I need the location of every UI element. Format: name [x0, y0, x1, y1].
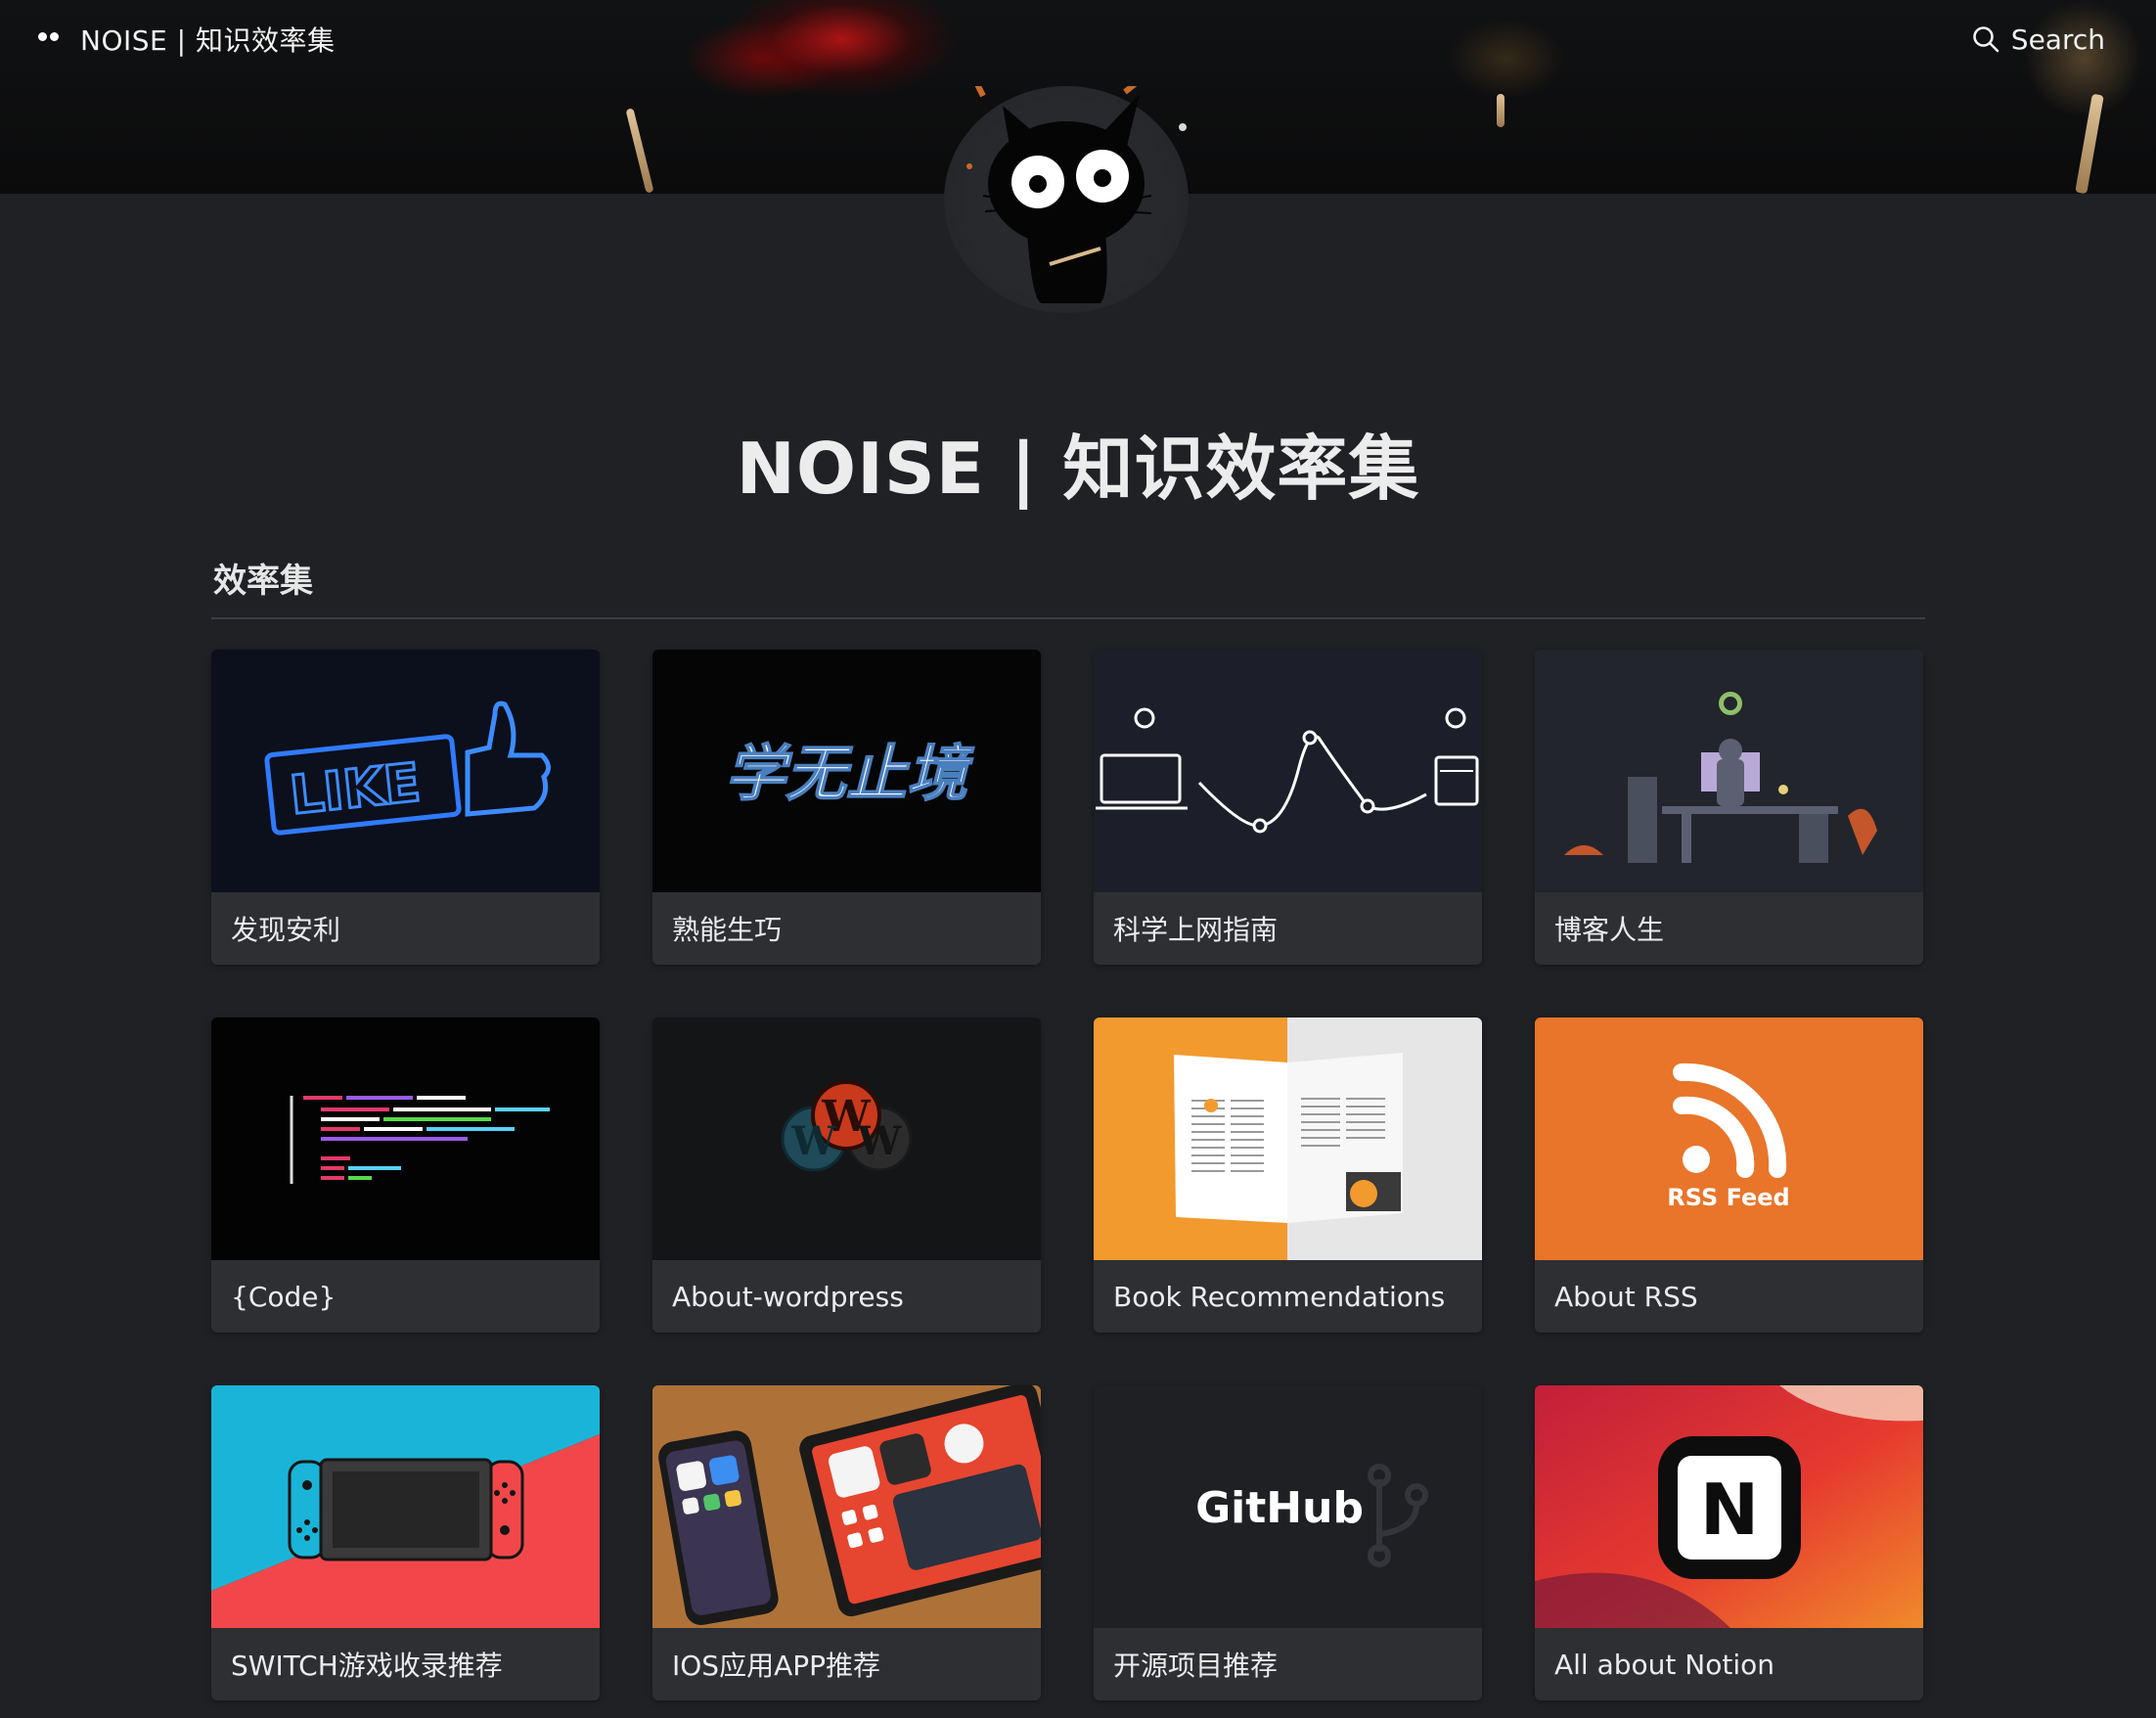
- notion-logo-icon: N: [1535, 1385, 1923, 1628]
- svg-text:W: W: [791, 1118, 837, 1164]
- search-icon: [1972, 26, 1999, 53]
- gallery-grid: LIKE 发现安利 学无止境 熟能生巧 科学上网指南 博客人生 {Code} W…: [211, 650, 1925, 1700]
- ios-devices-image: [652, 1385, 1041, 1628]
- gallery-card[interactable]: LIKE 发现安利: [211, 650, 600, 965]
- card-cover: LIKE: [211, 650, 600, 892]
- section-divider: [211, 617, 1925, 619]
- site-brand[interactable]: NOISE | 知识效率集: [35, 20, 335, 59]
- card-title[interactable]: SWITCH游戏收录推荐: [211, 1628, 600, 1700]
- network-wave-icon: [1094, 650, 1482, 892]
- card-title[interactable]: About RSS: [1535, 1260, 1923, 1333]
- gallery-card[interactable]: 科学上网指南: [1094, 650, 1482, 965]
- github-text: GitHub: [1195, 1483, 1364, 1533]
- card-cover: GitHub: [1094, 1385, 1482, 1628]
- card-title[interactable]: {Code}: [211, 1260, 600, 1333]
- gallery-card[interactable]: Book Recommendations: [1094, 1017, 1482, 1333]
- calligraphy-text: 学无止境: [725, 738, 974, 809]
- wordpress-icon: W W W: [652, 1017, 1041, 1260]
- open-book-image: [1094, 1017, 1482, 1260]
- calligraphy-image: 学无止境: [652, 650, 1041, 892]
- page: NOISE | 知识效率集 Search NOISE | 知识效率集 效率集 L…: [0, 0, 2156, 1718]
- card-title[interactable]: 熟能生巧: [652, 892, 1041, 965]
- card-cover: [1535, 650, 1923, 892]
- card-cover: [211, 1017, 600, 1260]
- card-title[interactable]: About-wordpress: [652, 1260, 1041, 1333]
- card-cover: [652, 1385, 1041, 1628]
- card-title[interactable]: All about Notion: [1535, 1628, 1923, 1700]
- card-title[interactable]: IOS应用APP推荐: [652, 1628, 1041, 1700]
- card-title[interactable]: 科学上网指南: [1094, 892, 1482, 965]
- rss-icon: RSS Feed: [1535, 1017, 1923, 1260]
- rss-feed-text: RSS Feed: [1667, 1184, 1789, 1211]
- page-avatar: [944, 86, 1189, 313]
- card-cover: [1094, 650, 1482, 892]
- search-button[interactable]: Search: [1972, 23, 2105, 56]
- code-lines-icon: [211, 1017, 600, 1260]
- gallery-card[interactable]: 学无止境 熟能生巧: [652, 650, 1041, 965]
- gallery-card[interactable]: 博客人生: [1535, 650, 1923, 965]
- desk-workspace-image: [1535, 650, 1923, 892]
- card-title[interactable]: 发现安利: [211, 892, 600, 965]
- top-bar: NOISE | 知识效率集 Search: [0, 0, 2156, 78]
- notion-n-text: N: [1700, 1469, 1759, 1551]
- gallery-card[interactable]: N All about Notion: [1535, 1385, 1923, 1700]
- site-title[interactable]: NOISE | 知识效率集: [80, 20, 335, 59]
- cat-logo-icon: [35, 25, 63, 53]
- neon-like-icon: LIKE: [211, 650, 600, 892]
- card-cover: RSS Feed: [1535, 1017, 1923, 1260]
- gallery-card[interactable]: RSS Feed About RSS: [1535, 1017, 1923, 1333]
- gallery-card[interactable]: SWITCH游戏收录推荐: [211, 1385, 600, 1700]
- gallery-card[interactable]: W W W About-wordpress: [652, 1017, 1041, 1333]
- gallery-card[interactable]: GitHub 开源项目推荐: [1094, 1385, 1482, 1700]
- section-title: 效率集: [213, 562, 313, 601]
- gallery-card[interactable]: IOS应用APP推荐: [652, 1385, 1041, 1700]
- gallery-card[interactable]: {Code}: [211, 1017, 600, 1333]
- card-cover: N: [1535, 1385, 1923, 1628]
- card-title[interactable]: 博客人生: [1535, 892, 1923, 965]
- card-cover: [211, 1385, 600, 1628]
- search-label: Search: [2010, 23, 2105, 56]
- github-branch-icon: GitHub: [1094, 1385, 1482, 1628]
- card-cover: [1094, 1017, 1482, 1260]
- card-cover: W W W: [652, 1017, 1041, 1260]
- card-title[interactable]: 开源项目推荐: [1094, 1628, 1482, 1700]
- svg-text:W: W: [857, 1118, 903, 1164]
- page-title: NOISE | 知识效率集: [736, 428, 1420, 510]
- black-cat-icon: [966, 86, 1187, 303]
- card-cover: 学无止境: [652, 650, 1041, 892]
- nintendo-switch-icon: [211, 1385, 600, 1628]
- card-title[interactable]: Book Recommendations: [1094, 1260, 1482, 1333]
